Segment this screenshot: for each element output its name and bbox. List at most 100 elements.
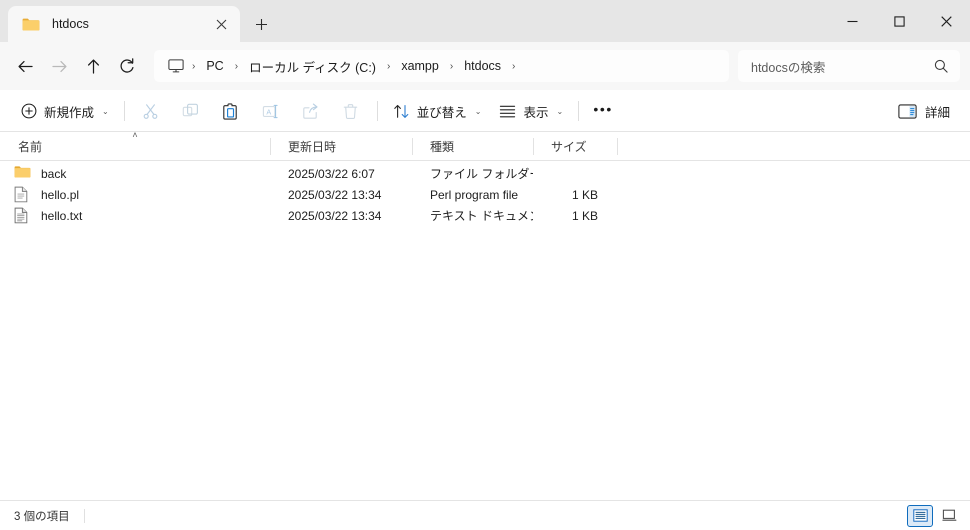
document-icon: [14, 186, 31, 203]
file-date-cell: 2025/03/22 13:34: [288, 187, 382, 202]
details-view-icon: [912, 509, 928, 522]
details-view-toggle[interactable]: [907, 504, 933, 527]
breadcrumb-separator: ›: [192, 60, 196, 72]
copy-icon: [182, 103, 199, 120]
file-date-cell: 2025/03/22 6:07: [288, 166, 375, 181]
svg-text:A: A: [267, 107, 272, 116]
status-bar: 3 個の項目: [0, 500, 970, 530]
column-header-size[interactable]: サイズ: [533, 132, 617, 161]
table-row[interactable]: hello.txt 2025/03/22 13:34 テキスト ドキュメント 1…: [0, 205, 970, 226]
close-icon[interactable]: [208, 11, 234, 37]
rename-icon: A: [262, 103, 279, 120]
title-bar: htdocs: [0, 0, 970, 42]
new-item-label: 新規作成: [44, 105, 95, 120]
scissors-icon: [142, 103, 159, 120]
breadcrumb-item-xampp[interactable]: xampp: [394, 56, 446, 76]
minimize-button[interactable]: [829, 0, 876, 42]
copy-button[interactable]: [171, 95, 211, 127]
share-button[interactable]: [291, 95, 331, 127]
view-label: 表示: [523, 105, 549, 120]
delete-button[interactable]: [331, 95, 371, 127]
text-document-icon: [14, 207, 31, 224]
sort-label: 並び替え: [416, 105, 467, 120]
paste-button[interactable]: [211, 95, 251, 127]
back-icon[interactable]: [8, 49, 42, 83]
navigation-bar: › PC › ローカル ディスク (C:) › xampp › htdocs ›…: [0, 42, 970, 90]
column-header-size-label: サイズ: [551, 140, 587, 154]
file-name: hello.pl: [41, 187, 80, 202]
file-type-cell: Perl program file: [430, 187, 519, 202]
maximize-button[interactable]: [876, 0, 923, 42]
toolbar-divider: [578, 101, 580, 121]
details-pane-label: 詳細: [924, 105, 950, 120]
file-type-cell: テキスト ドキュメント: [430, 209, 533, 223]
cut-button[interactable]: [131, 95, 171, 127]
more-options-button[interactable]: •••: [585, 95, 621, 127]
tab-label: htdocs: [52, 17, 89, 31]
large-icons-view-toggle[interactable]: [936, 505, 962, 527]
column-header-name[interactable]: ˄ 名前: [0, 130, 270, 161]
tab-strip: htdocs: [0, 0, 278, 42]
search-icon[interactable]: [932, 59, 950, 73]
table-row[interactable]: hello.pl 2025/03/22 13:34 Perl program f…: [0, 184, 970, 205]
column-header-type-label: 種類: [430, 140, 455, 154]
details-pane-icon: [898, 103, 917, 119]
item-count-status: 3 個の項目: [14, 510, 70, 523]
trash-icon: [342, 103, 359, 120]
column-header-type[interactable]: 種類: [412, 132, 533, 161]
breadcrumb-item-local-disk-c[interactable]: ローカル ディスク (C:): [242, 54, 383, 79]
file-name-cell[interactable]: hello.txt: [0, 207, 270, 224]
sort-arrows-icon: [393, 103, 410, 120]
column-header-empty[interactable]: [617, 132, 970, 161]
breadcrumb-separator: ›: [234, 60, 239, 72]
file-name-cell[interactable]: hello.pl: [0, 186, 270, 203]
details-pane-button[interactable]: 詳細: [888, 95, 960, 127]
column-header-date-label: 更新日時: [288, 140, 337, 154]
sort-button[interactable]: 並び替え ⌄: [384, 95, 491, 127]
command-toolbar: 新規作成 ⌄ A 並び替え ⌄ 表示 ⌄ ••• 詳細: [0, 90, 970, 132]
sort-ascending-icon: ˄: [132, 130, 138, 140]
file-date-cell: 2025/03/22 13:34: [288, 208, 382, 223]
paste-icon: [222, 102, 239, 120]
column-header-row: ˄ 名前 更新日時 種類 サイズ: [0, 130, 970, 161]
status-divider: [83, 508, 85, 523]
file-size-cell: 1 KB: [571, 187, 598, 202]
rename-button[interactable]: A: [251, 95, 291, 127]
address-bar[interactable]: › PC › ローカル ディスク (C:) › xampp › htdocs ›: [154, 50, 729, 82]
share-icon: [302, 103, 319, 120]
forward-icon[interactable]: [42, 49, 76, 83]
breadcrumb-item-htdocs[interactable]: htdocs: [457, 56, 508, 76]
search-box[interactable]: htdocsの検索: [738, 50, 960, 82]
column-header-date-modified[interactable]: 更新日時: [270, 132, 412, 161]
window-controls: [829, 0, 970, 42]
search-input[interactable]: htdocsの検索: [751, 57, 932, 76]
view-button[interactable]: 表示 ⌄: [490, 95, 572, 127]
table-row[interactable]: back 2025/03/22 6:07 ファイル フォルダー: [0, 163, 970, 184]
column-header-name-label: 名前: [18, 140, 43, 154]
up-icon[interactable]: [76, 49, 110, 83]
new-item-button[interactable]: 新規作成 ⌄: [12, 95, 118, 127]
breadcrumb-separator: ›: [449, 60, 454, 72]
view-lines-icon: [499, 104, 516, 119]
folder-icon: [22, 17, 40, 32]
file-list[interactable]: back 2025/03/22 6:07 ファイル フォルダー hello.pl…: [0, 161, 970, 500]
large-icons-view-icon: [941, 509, 957, 522]
chevron-down-icon: ⌄: [474, 106, 482, 116]
file-name: back: [41, 166, 67, 181]
file-name-cell[interactable]: back: [0, 165, 270, 182]
breadcrumb-separator-trailing[interactable]: ›: [508, 61, 519, 72]
close-window-button[interactable]: [923, 0, 970, 42]
breadcrumb-item-pc[interactable]: PC: [199, 56, 230, 76]
refresh-icon[interactable]: [110, 49, 144, 83]
plus-circle-icon: [21, 103, 37, 119]
file-name: hello.txt: [41, 208, 83, 223]
file-type-cell: ファイル フォルダー: [430, 167, 533, 181]
new-tab-button[interactable]: [244, 9, 278, 39]
chevron-down-icon: ⌄: [102, 106, 109, 116]
breadcrumb-separator: ›: [386, 60, 391, 72]
folder-icon: [14, 165, 31, 182]
toolbar-divider: [376, 101, 378, 121]
tab-htdocs[interactable]: htdocs: [8, 6, 240, 42]
toolbar-divider: [123, 101, 125, 121]
this-pc-monitor-icon[interactable]: [164, 57, 188, 75]
